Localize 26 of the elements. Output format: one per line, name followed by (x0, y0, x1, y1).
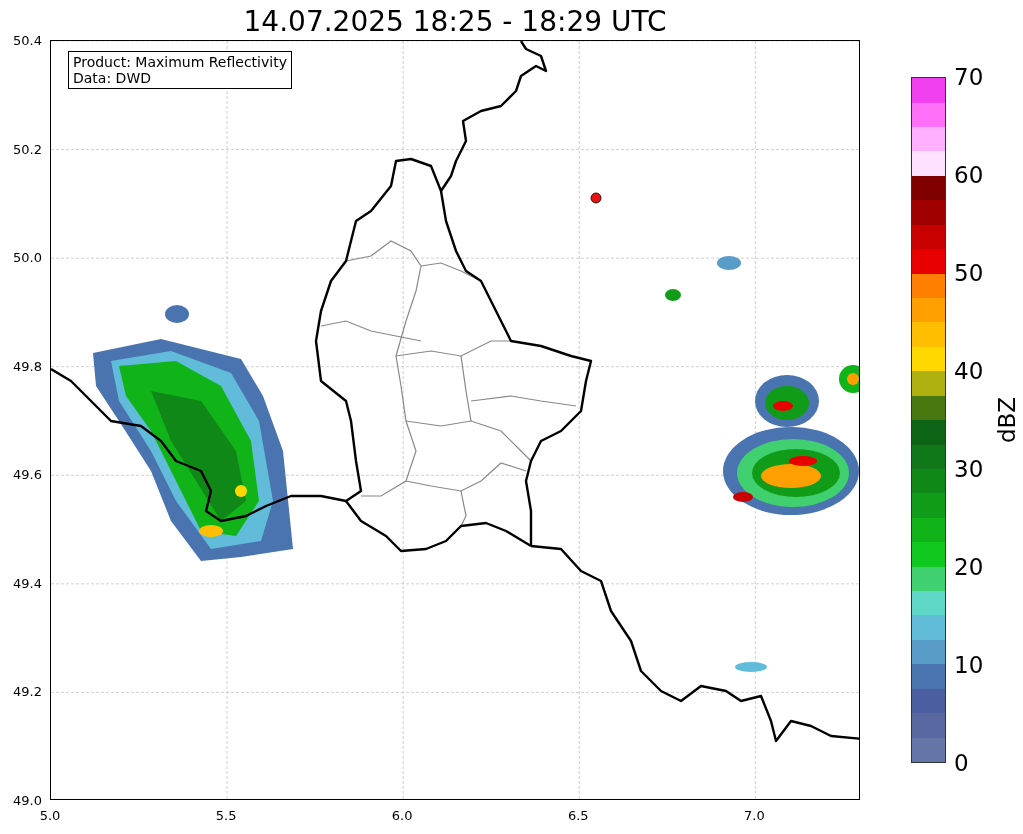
y-tick-label: 49.8 (13, 358, 42, 374)
y-tick-label: 50.0 (13, 249, 42, 265)
y-tick-label: 49.2 (13, 683, 42, 699)
chart-title: 14.07.2025 18:25 - 18:29 UTC (242, 4, 668, 40)
colorbar-tick-label: 40 (954, 358, 984, 384)
x-tick-label: 7.0 (744, 808, 765, 823)
colorbar-tick-label: 70 (954, 64, 984, 90)
info-text: Data: DWD (73, 70, 152, 86)
colorbar-tick-label: 10 (954, 652, 984, 678)
y-tick-label: 50.2 (13, 141, 42, 157)
x-tick-label: 5.5 (215, 808, 237, 823)
x-tick-label: 6.0 (391, 808, 413, 823)
colorbar-tick-label: 20 (954, 554, 984, 580)
y-tick-label: 49.6 (13, 466, 42, 482)
colorbar-tick-label: 50 (954, 260, 984, 286)
colorbar-tick-label: 30 (954, 456, 984, 482)
y-tick-label: 50.4 (13, 32, 42, 48)
x-tick-label: 5.0 (39, 808, 61, 823)
y-tick-label: 49.0 (13, 792, 42, 808)
colorbar-tick-label: 60 (954, 162, 984, 188)
x-tick-label: 6.5 (567, 808, 589, 823)
colorbar-label: dBZ (994, 396, 1021, 444)
colorbar-tick-label: 0 (954, 750, 969, 776)
location-marker (590, 192, 602, 204)
y-tick-label: 49.4 (13, 575, 42, 591)
info-text: Product: Maximum Reflectivity (73, 54, 287, 70)
